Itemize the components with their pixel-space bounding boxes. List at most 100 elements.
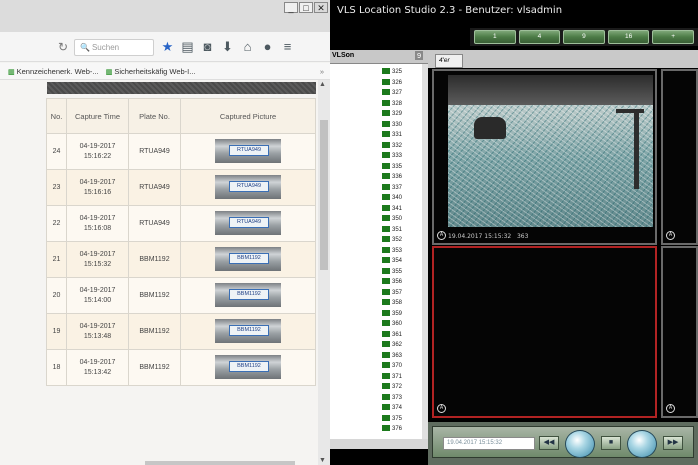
- minimize-button[interactable]: _: [284, 2, 298, 13]
- pocket-icon[interactable]: ◙: [200, 38, 215, 56]
- plate-image[interactable]: BBM1192: [215, 282, 281, 307]
- column-header-capture-time[interactable]: Capture Time: [66, 98, 129, 134]
- scrollbar-thumb[interactable]: [320, 120, 328, 270]
- tree-item[interactable]: 331: [382, 131, 402, 139]
- tree-item[interactable]: 363: [382, 351, 402, 360]
- camera-icon: [382, 173, 390, 180]
- bookmark-2[interactable]: Sicherheitskäfig Web-I...: [114, 67, 195, 76]
- plate-image[interactable]: RTUA949: [215, 138, 281, 163]
- layout-9-button[interactable]: 9: [563, 30, 605, 44]
- tree-item[interactable]: 325: [382, 68, 402, 76]
- tree-item[interactable]: 359: [382, 309, 402, 318]
- tree-item[interactable]: 370: [382, 362, 402, 370]
- captured-picture[interactable]: RTUA949: [180, 169, 316, 206]
- table-row[interactable]: 22 04-19-2017 15:16:08 RTUA949 RTUA949: [46, 205, 316, 242]
- tree-item[interactable]: 354: [382, 257, 402, 265]
- tab-4er[interactable]: 4'er: [435, 54, 463, 68]
- table-row[interactable]: 19 04-19-2017 15:13:48 BBM1192 BBM1192: [46, 313, 316, 350]
- plate-image[interactable]: BBM1192: [215, 246, 281, 271]
- plate-image[interactable]: BBM1192: [215, 318, 281, 343]
- table-row[interactable]: 24 04-19-2017 15:16:22 RTUA949 RTUA949: [46, 133, 316, 170]
- video-pane-4[interactable]: A: [661, 246, 698, 418]
- tree-item[interactable]: 375: [382, 414, 402, 423]
- tree-item[interactable]: 326: [382, 78, 402, 87]
- tree-horizontal-scrollbar[interactable]: [330, 439, 428, 449]
- tree-item[interactable]: 328: [382, 99, 402, 108]
- tree-item[interactable]: 356: [382, 278, 402, 286]
- close-button[interactable]: ✕: [314, 2, 328, 13]
- layout-16-button[interactable]: 16: [607, 30, 650, 44]
- tree-item[interactable]: 332: [382, 141, 402, 150]
- page-scrollbar[interactable]: ▲ ▼: [318, 80, 330, 465]
- captured-picture[interactable]: RTUA949: [180, 205, 316, 242]
- forward-button[interactable]: ▶▶: [663, 436, 683, 450]
- tree-item[interactable]: 327: [382, 89, 402, 97]
- menu-icon[interactable]: ≡: [280, 38, 295, 56]
- tree-item[interactable]: 330: [382, 120, 402, 129]
- tree-item[interactable]: 340: [382, 194, 402, 202]
- column-header-plate-no[interactable]: Plate No.: [128, 98, 181, 134]
- column-header-no[interactable]: No.: [46, 98, 67, 134]
- video-pane-2[interactable]: A: [661, 69, 698, 245]
- tree-item[interactable]: 336: [382, 173, 402, 181]
- video-pane-1[interactable]: A 19.04.2017 15:15:32 363: [432, 69, 657, 245]
- plate-image[interactable]: RTUA949: [215, 174, 281, 199]
- tree-item[interactable]: 335: [382, 162, 402, 171]
- search-input[interactable]: 🔍 Suchen: [74, 39, 154, 56]
- chat-icon[interactable]: ●: [260, 38, 275, 56]
- tree-item[interactable]: 372: [382, 383, 402, 391]
- layout-more-button[interactable]: +: [652, 30, 694, 44]
- horizontal-scrollbar[interactable]: [145, 461, 295, 465]
- tree-item[interactable]: 376: [382, 425, 402, 433]
- tree-item[interactable]: 358: [382, 299, 402, 307]
- table-row[interactable]: 21 04-19-2017 15:15:32 BBM1192 BBM1192: [46, 241, 316, 278]
- tree-item[interactable]: 371: [382, 372, 402, 381]
- captured-picture[interactable]: BBM1192: [180, 313, 316, 350]
- clipboard-icon[interactable]: ▤: [180, 38, 195, 56]
- tree-item[interactable]: 360: [382, 320, 402, 328]
- layout-1-button[interactable]: 1: [474, 30, 516, 44]
- tree-item[interactable]: 361: [382, 330, 402, 339]
- reload-icon[interactable]: ↻: [58, 40, 68, 54]
- scroll-down-icon[interactable]: ▼: [319, 457, 326, 464]
- layout-4-button[interactable]: 4: [518, 30, 561, 44]
- captured-picture[interactable]: BBM1192: [180, 349, 316, 386]
- scroll-up-icon[interactable]: ▲: [319, 81, 326, 88]
- download-icon[interactable]: ⬇: [220, 38, 235, 56]
- tree-item[interactable]: 350: [382, 215, 402, 223]
- tree-item[interactable]: 362: [382, 341, 402, 349]
- tree-item[interactable]: 333: [382, 152, 402, 160]
- tree-item[interactable]: 352: [382, 236, 402, 244]
- bookmark-star-icon[interactable]: ★: [160, 38, 175, 56]
- plate-image[interactable]: BBM1192: [215, 354, 281, 379]
- tree-item[interactable]: 341: [382, 204, 402, 213]
- tree-item[interactable]: 329: [382, 110, 402, 118]
- tree-item[interactable]: 355: [382, 267, 402, 276]
- capture-time: 04-19-2017 15:16:16: [66, 169, 129, 206]
- table-row[interactable]: 20 04-19-2017 15:14:00 BBM1192 BBM1192: [46, 277, 316, 314]
- playback-time-field[interactable]: 19.04.2017 15:15:32: [443, 437, 535, 450]
- jog-dial-right[interactable]: [627, 430, 657, 458]
- bookmark-1[interactable]: Kennzeichenerk. Web-...: [17, 67, 99, 76]
- column-header-captured-picture[interactable]: Captured Picture: [180, 98, 316, 134]
- table-row[interactable]: 18 04-19-2017 15:13:42 BBM1192 BBM1192: [46, 349, 316, 386]
- bookmarks-overflow-icon[interactable]: »: [320, 63, 324, 80]
- home-icon[interactable]: ⌂: [240, 38, 255, 56]
- stop-button[interactable]: ■: [601, 436, 621, 450]
- jog-dial-left[interactable]: [565, 430, 595, 458]
- maximize-button[interactable]: □: [299, 2, 313, 13]
- tree-item[interactable]: 353: [382, 246, 402, 255]
- plate-image[interactable]: RTUA949: [215, 210, 281, 235]
- captured-picture[interactable]: BBM1192: [180, 241, 316, 278]
- tree-item[interactable]: 373: [382, 393, 402, 402]
- tree-scrollbar[interactable]: [422, 64, 428, 439]
- captured-picture[interactable]: BBM1192: [180, 277, 316, 314]
- tree-item[interactable]: 337: [382, 183, 402, 192]
- tree-item[interactable]: 351: [382, 225, 402, 234]
- table-row[interactable]: 23 04-19-2017 15:16:16 RTUA949 RTUA949: [46, 169, 316, 206]
- rewind-button[interactable]: ◀◀: [539, 436, 559, 450]
- captured-picture[interactable]: RTUA949: [180, 133, 316, 170]
- tree-item[interactable]: 357: [382, 288, 402, 297]
- video-pane-3[interactable]: A: [432, 246, 657, 418]
- tree-item[interactable]: 374: [382, 404, 402, 412]
